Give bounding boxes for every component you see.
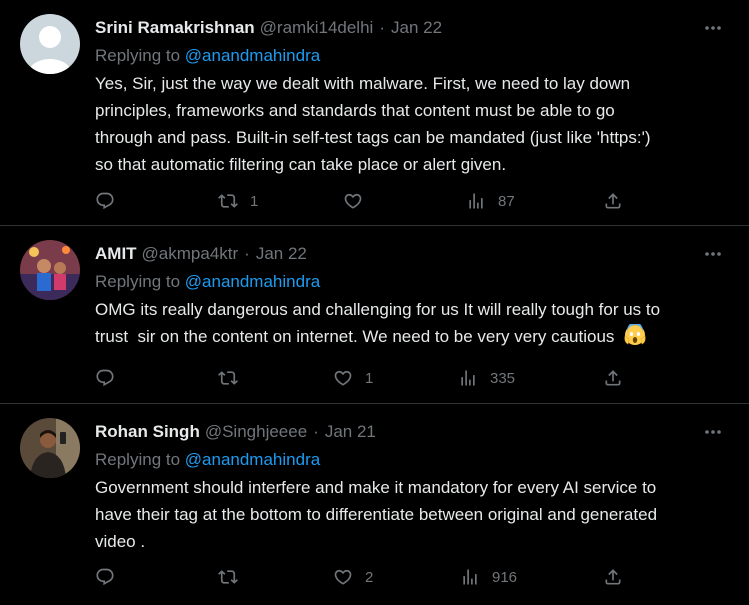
reply-icon: [96, 568, 114, 586]
tweet-text-content: OMG its really dangerous and challenging…: [95, 300, 661, 346]
views-button[interactable]: 916: [460, 565, 517, 589]
user-photo-icon: [20, 418, 80, 478]
like-icon: [344, 193, 362, 209]
share-icon: [605, 193, 621, 209]
tweet[interactable]: AMIT @akmpa4ktr · Jan 22 Replying to @an…: [0, 226, 749, 404]
tweet-actions: 1 335: [95, 366, 635, 390]
tweet-header: Srini Ramakrishnan @ramki14delhi · Jan 2…: [95, 16, 729, 40]
tweet-text: Yes, Sir, just the way we dealt with mal…: [95, 74, 651, 174]
share-button[interactable]: [603, 565, 623, 589]
replying-to-label: Replying to: [95, 450, 185, 469]
user-handle[interactable]: @ramki14delhi: [260, 18, 374, 38]
replying-to-label: Replying to: [95, 46, 185, 65]
reply-icon: [96, 369, 114, 387]
views-icon: [461, 370, 475, 386]
share-icon: [605, 569, 621, 585]
user-photo-icon: [20, 240, 80, 300]
tweet-date[interactable]: Jan 22: [391, 18, 442, 38]
retweet-icon: [218, 371, 238, 385]
more-button[interactable]: [701, 420, 725, 444]
replying-to-mention[interactable]: @anandmahindra: [185, 272, 320, 291]
more-button[interactable]: [701, 16, 725, 40]
default-avatar-icon: [20, 14, 80, 74]
views-icon: [463, 569, 477, 585]
replying-to: Replying to @anandmahindra: [95, 44, 729, 68]
reply-button[interactable]: [95, 366, 127, 390]
view-count: 87: [498, 192, 515, 210]
avatar[interactable]: [20, 418, 80, 478]
view-count: 916: [492, 568, 518, 586]
avatar[interactable]: [20, 14, 80, 74]
replying-to-mention[interactable]: @anandmahindra: [185, 46, 320, 65]
like-icon: [334, 569, 352, 585]
views-button[interactable]: 87: [466, 189, 515, 213]
separator-dot: ·: [313, 422, 319, 441]
more-icon: [705, 430, 721, 434]
retweet-button[interactable]: [218, 565, 250, 589]
user-handle[interactable]: @Singhjeeee: [205, 422, 307, 442]
screaming-face-emoji: [624, 324, 646, 345]
like-count: 2: [365, 568, 374, 586]
tweet-body: AMIT @akmpa4ktr · Jan 22 Replying to @an…: [95, 242, 729, 350]
tweet-date[interactable]: Jan 21: [325, 422, 376, 442]
like-button[interactable]: 2: [333, 565, 373, 589]
like-button[interactable]: 1: [333, 366, 373, 390]
tweet[interactable]: Rohan Singh @Singhjeeee · Jan 21 Replyin…: [0, 404, 749, 605]
replying-to: Replying to @anandmahindra: [95, 270, 729, 294]
tweet-actions: 2 916: [95, 565, 635, 589]
like-button[interactable]: [343, 189, 375, 213]
replying-to: Replying to @anandmahindra: [95, 448, 729, 472]
tweet[interactable]: Srini Ramakrishnan @ramki14delhi · Jan 2…: [0, 0, 749, 226]
retweet-button[interactable]: [218, 366, 250, 390]
retweet-count: 1: [250, 192, 259, 210]
share-icon: [605, 370, 621, 386]
like-count: 1: [365, 369, 374, 387]
share-button[interactable]: [603, 189, 623, 213]
tweet-text: Government should interfere and make it …: [95, 478, 658, 551]
like-icon: [334, 370, 352, 386]
display-name[interactable]: Srini Ramakrishnan: [95, 18, 255, 38]
more-icon: [705, 252, 721, 256]
more-button[interactable]: [701, 242, 725, 266]
views-button[interactable]: 335: [458, 366, 515, 390]
separator-dot: ·: [379, 18, 385, 37]
separator-dot: ·: [244, 244, 250, 263]
tweet-body: Srini Ramakrishnan @ramki14delhi · Jan 2…: [95, 16, 729, 178]
display-name[interactable]: AMIT: [95, 244, 137, 264]
reply-button[interactable]: [95, 565, 127, 589]
retweet-button[interactable]: 1: [218, 189, 258, 213]
share-button[interactable]: [603, 366, 623, 390]
tweet-body: Rohan Singh @Singhjeeee · Jan 21 Replyin…: [95, 420, 729, 555]
user-handle[interactable]: @akmpa4ktr: [142, 244, 239, 264]
reply-icon: [96, 192, 114, 210]
tweet-actions: 1 87: [95, 189, 635, 213]
replying-to-mention[interactable]: @anandmahindra: [185, 450, 320, 469]
more-icon: [705, 26, 721, 30]
tweet-header: AMIT @akmpa4ktr · Jan 22: [95, 242, 729, 266]
view-count: 335: [490, 369, 516, 387]
avatar[interactable]: [20, 240, 80, 300]
replying-to-label: Replying to: [95, 272, 185, 291]
display-name[interactable]: Rohan Singh: [95, 422, 200, 442]
retweet-icon: [218, 570, 238, 584]
tweet-date[interactable]: Jan 22: [256, 244, 307, 264]
retweet-icon: [218, 194, 238, 208]
reply-button[interactable]: [95, 189, 127, 213]
views-icon: [469, 193, 483, 209]
tweet-text: OMG its really dangerous and challenging…: [95, 296, 729, 350]
reply-thread: Srini Ramakrishnan @ramki14delhi · Jan 2…: [0, 0, 749, 605]
tweet-header: Rohan Singh @Singhjeeee · Jan 21: [95, 420, 729, 444]
